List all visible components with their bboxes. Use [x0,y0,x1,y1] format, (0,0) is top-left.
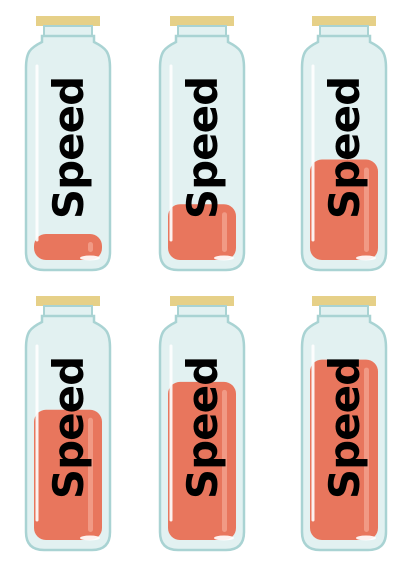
jar-label: Speed [44,357,93,499]
jar-label: Speed [178,357,227,499]
speed-jar: Speed [298,292,390,554]
jar-label: Speed [320,77,369,219]
speed-jar: Speed [22,12,114,274]
speed-jar: Speed [298,12,390,274]
jar-graphic: Speed [24,16,112,272]
jar-graphic: Speed [24,296,112,552]
speed-jar: Speed [156,12,248,274]
jars-grid: Speed Speed Speed Speed Speed Speed [0,0,404,568]
jar-graphic: Speed [300,16,388,272]
jar-lid [312,296,376,306]
jar-base-shine [80,255,100,261]
jar-base-shine [356,535,376,541]
jar-base-shine [214,535,234,541]
jar-lid [36,16,100,26]
speed-jar: Speed [156,292,248,554]
jar-base-shine [214,255,234,261]
jar-label: Speed [44,77,93,219]
jar-graphic: Speed [158,16,246,272]
jar-label: Speed [178,77,227,219]
jar-lid [36,296,100,306]
jar-lid [170,296,234,306]
jar-lid [170,16,234,26]
jar-graphic: Speed [158,296,246,552]
jar-lid [312,16,376,26]
jar-graphic: Speed [300,296,388,552]
jar-liquid-shine [88,241,93,252]
jar-label: Speed [320,357,369,499]
jar-base-shine [80,535,100,541]
jar-base-shine [356,255,376,261]
speed-jar: Speed [22,292,114,554]
